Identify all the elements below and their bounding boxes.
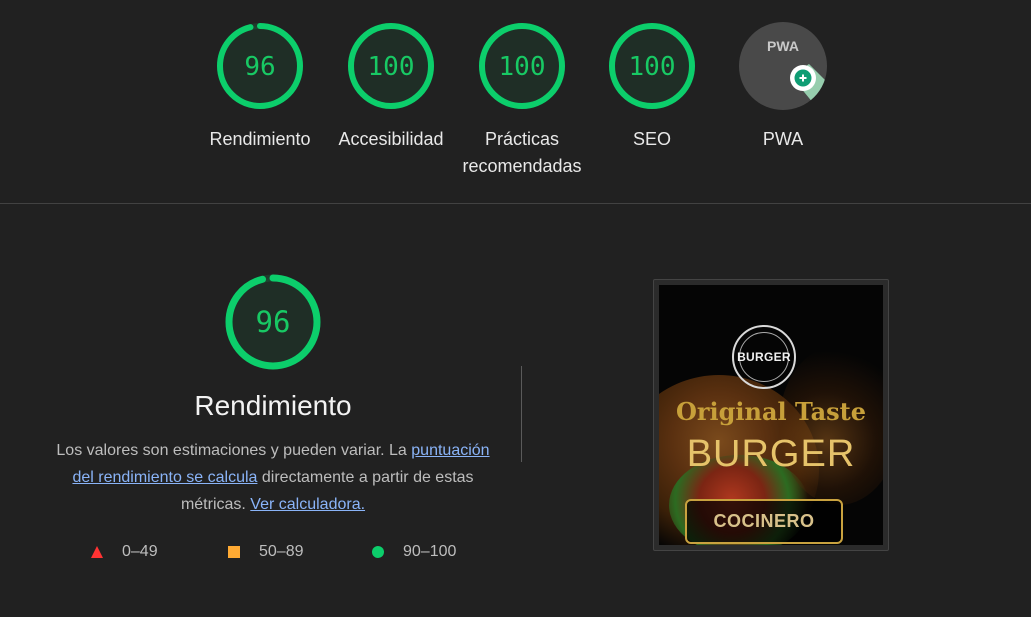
gauge-best-practices-ring: 100 [479, 23, 565, 109]
screenshot-tagline: Original Taste [675, 397, 867, 426]
final-screenshot: BURGER Original Taste BURGER COCINERO [659, 285, 883, 545]
gauge-pwa[interactable]: PWA PWA [718, 20, 848, 153]
legend-average-range: 50–89 [259, 543, 304, 560]
desc-text-1: Los valores son estimaciones y pueden va… [56, 442, 412, 459]
gauge-best-practices-label-line2: recomendadas [462, 156, 582, 176]
gauge-seo-ring: 100 [609, 23, 695, 109]
category-scores-row: 96 Rendimiento 100 Accesibilidad 100 Prá… [0, 0, 1031, 204]
gauge-performance-ring: 96 [217, 23, 303, 109]
gauge-pwa-label: PWA [762, 129, 804, 149]
legend-pass-range: 90–100 [403, 543, 457, 560]
gauge-accessibility-ring: 100 [348, 23, 434, 109]
performance-main-gauge: 96 [223, 272, 323, 372]
pwa-badge-icon: PWA [739, 22, 827, 110]
calculator-link[interactable]: Ver calculadora. [250, 496, 365, 513]
legend-fail-range: 0–49 [122, 543, 158, 560]
gauge-performance[interactable]: 96 Rendimiento [195, 20, 325, 153]
gauge-best-practices-score: 100 [499, 52, 546, 82]
gauge-performance-label: Rendimiento [209, 129, 311, 149]
performance-title: Rendimiento [194, 390, 352, 421]
vertical-divider [521, 366, 522, 462]
cocinero-button: COCINERO [685, 499, 843, 544]
gauge-best-practices[interactable]: 100 Prácticas recomendadas [457, 20, 587, 180]
performance-main-gauge-ring: 96 [225, 274, 321, 370]
triangle-icon [91, 546, 103, 558]
circle-icon [372, 546, 384, 558]
pwa-badge-text: PWA [767, 38, 799, 54]
gauge-best-practices-label: Prácticas recomendadas [457, 126, 587, 180]
burger-logo-text: BURGER [737, 350, 791, 364]
gauge-accessibility-label: Accesibilidad [338, 129, 444, 149]
gauge-seo-label: SEO [632, 129, 671, 149]
burger-logo: BURGER [732, 325, 796, 389]
screenshot-headline: BURGER [686, 433, 856, 475]
performance-description: Los valores son estimaciones y pueden va… [48, 437, 498, 518]
gauge-seo[interactable]: 100 SEO [587, 20, 717, 153]
gauge-seo-score: 100 [629, 52, 676, 82]
performance-main-score: 96 [256, 305, 291, 339]
gauge-accessibility[interactable]: 100 Accesibilidad [326, 20, 456, 153]
gauge-best-practices-label-line1: Prácticas [484, 129, 560, 149]
square-icon [228, 546, 240, 558]
gauge-accessibility-score: 100 [368, 52, 415, 82]
gauge-performance-score: 96 [244, 52, 275, 82]
